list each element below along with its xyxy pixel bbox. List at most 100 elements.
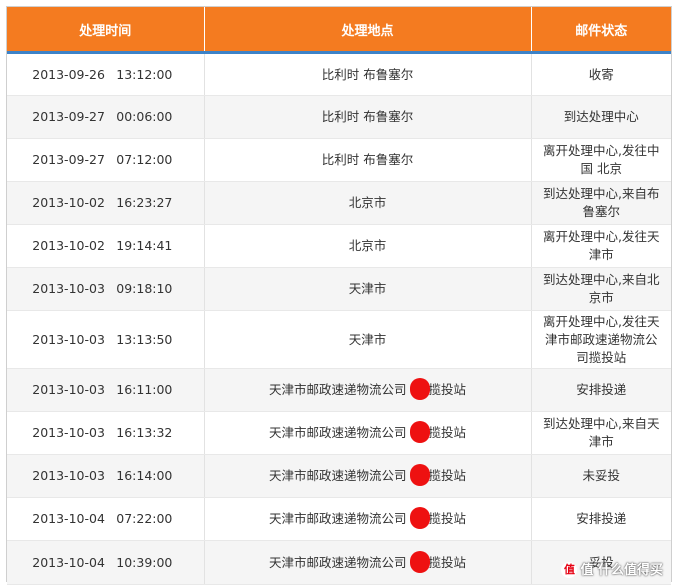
location-cell: 天津市邮政速递物流公司 揽投站	[204, 497, 532, 541]
time-cell: 2013-10-03 16:14:00	[7, 454, 205, 498]
date-text: 2013-09-26	[32, 66, 105, 82]
date-text: 2013-10-04	[32, 511, 105, 526]
header-location: 处理地点	[204, 7, 532, 54]
date-text: 2013-10-03	[32, 382, 105, 397]
status-text: 到达处理中心,来自北京市	[543, 272, 660, 305]
location-cell: 北京市	[204, 224, 532, 268]
status-cell: 离开处理中心,发往天津市	[531, 224, 671, 268]
location-cell: 比利时 布鲁塞尔	[204, 95, 532, 139]
table-row: 2013-10-02 19:14:41 北京市 离开处理中心,发往天津市	[7, 224, 671, 268]
location-redacted: 天津市邮政速递物流公司 揽投站	[268, 550, 467, 573]
table-row: 2013-10-03 09:18:10 天津市 到达处理中心,来自北京市	[7, 267, 671, 311]
time-cell: 2013-10-04 10:39:00	[7, 540, 205, 585]
location-part-b: 揽投站	[428, 382, 467, 397]
clock-text: 13:13:50	[116, 331, 173, 347]
table-row: 2013-10-03 13:13:50 天津市 离开处理中心,发往天津市邮政速递物流公…	[7, 310, 671, 369]
clock-text: 07:12:00	[116, 152, 173, 167]
location-part-a: 天津市邮政速递物流公司	[268, 511, 407, 526]
location-cell: 天津市邮政速递物流公司 揽投站	[204, 411, 532, 455]
status-cell: 安排投递	[531, 368, 671, 412]
location-text: 天津市	[348, 281, 387, 296]
tracking-table-frame: 处理时间 处理地点 邮件状态 2013-09-26 13:12:00 比利时 布鲁塞…	[6, 6, 672, 585]
location-cell: 天津市邮政速递物流公司 揽投站	[204, 454, 532, 498]
table-row: 2013-10-04 07:22:00 天津市邮政速递物流公司 揽投站 安排投递	[7, 497, 671, 541]
time-cell: 2013-09-26 13:12:00	[7, 52, 205, 96]
location-part-b: 揽投站	[428, 554, 467, 570]
status-cell: 离开处理中心,发往中国 北京	[531, 138, 671, 182]
time-cell: 2013-09-27 07:12:00	[7, 138, 205, 182]
status-cell: 到达处理中心,来自北京市	[531, 267, 671, 311]
redaction-mark	[409, 378, 430, 400]
location-cell: 天津市邮政速递物流公司 揽投站	[204, 540, 532, 585]
location-part-b: 揽投站	[428, 511, 467, 526]
table-header-row: 处理时间 处理地点 邮件状态	[7, 7, 671, 54]
location-part-a: 天津市邮政速递物流公司	[268, 554, 407, 570]
date-text: 2013-10-03	[32, 281, 105, 296]
clock-text: 16:11:00	[116, 382, 173, 397]
table-row: 2013-10-03 16:11:00 天津市邮政速递物流公司 揽投站 安排投递	[7, 368, 671, 412]
status-cell: 未妥投	[531, 454, 671, 498]
time-cell: 2013-10-04 07:22:00	[7, 497, 205, 541]
clock-text: 19:14:41	[116, 238, 173, 253]
time-cell: 2013-10-02 19:14:41	[7, 224, 205, 268]
date-text: 2013-10-02	[32, 238, 105, 253]
location-cell: 比利时 布鲁塞尔	[204, 138, 532, 182]
location-part-a: 天津市邮政速递物流公司	[268, 468, 407, 483]
time-cell: 2013-10-03 16:11:00	[7, 368, 205, 412]
time-cell: 2013-10-02 16:23:27	[7, 181, 205, 225]
date-text: 2013-10-03	[32, 331, 105, 347]
header-time: 处理时间	[7, 7, 205, 54]
tracking-table: 处理时间 处理地点 邮件状态 2013-09-26 13:12:00 比利时 布鲁塞…	[7, 7, 671, 585]
date-text: 2013-09-27	[32, 152, 105, 167]
clock-text: 10:39:00	[116, 554, 173, 570]
time-cell: 2013-10-03 13:13:50	[7, 310, 205, 369]
status-text: 离开处理中心,发往中国 北京	[543, 143, 660, 176]
table-row: 2013-10-02 16:23:27 北京市 到达处理中心,来自布鲁塞尔	[7, 181, 671, 225]
status-text: 到达处理中心,来自布鲁塞尔	[543, 186, 660, 219]
status-text: 到达处理中心,来自天津市	[543, 416, 660, 449]
location-cell: 比利时 布鲁塞尔	[204, 52, 532, 96]
table-row: 2013-09-26 13:12:00 比利时 布鲁塞尔 收寄	[7, 52, 671, 96]
status-cell: 到达处理中心	[531, 95, 671, 139]
clock-text: 07:22:00	[116, 511, 173, 526]
location-cell: 天津市	[204, 310, 532, 369]
header-status: 邮件状态	[531, 7, 671, 54]
clock-text: 00:06:00	[116, 109, 173, 124]
location-text: 北京市	[348, 195, 387, 210]
location-cell: 北京市	[204, 181, 532, 225]
location-text: 比利时 布鲁塞尔	[321, 152, 414, 167]
location-part-b: 揽投站	[428, 425, 467, 440]
table-row: 2013-10-03 16:14:00 天津市邮政速递物流公司 揽投站 未妥投	[7, 454, 671, 498]
location-redacted: 天津市邮政速递物流公司 揽投站	[268, 378, 467, 400]
time-cell: 2013-10-03 16:13:32	[7, 411, 205, 455]
date-text: 2013-10-04	[32, 554, 105, 570]
status-text: 未妥投	[582, 468, 620, 483]
clock-text: 13:12:00	[116, 66, 173, 82]
clock-text: 16:14:00	[116, 468, 173, 483]
table-row: 2013-10-03 16:13:32 天津市邮政速递物流公司 揽投站 到达处理中心,来…	[7, 411, 671, 455]
table-row: 2013-09-27 07:12:00 比利时 布鲁塞尔 离开处理中心,发往中国 北京	[7, 138, 671, 182]
watermark-logo: 值值 什么值得买	[561, 559, 663, 578]
redaction-mark	[409, 550, 430, 573]
watermark-text: 值 什么值得买	[580, 562, 663, 578]
status-text: 离开处理中心,发往天津市	[543, 229, 660, 262]
clock-text: 09:18:10	[116, 281, 173, 296]
date-text: 2013-10-03	[32, 468, 105, 483]
location-cell: 天津市邮政速递物流公司 揽投站	[204, 368, 532, 412]
status-cell: 离开处理中心,发往天津市邮政速递物流公司揽投站	[531, 310, 671, 369]
location-part-a: 天津市邮政速递物流公司	[268, 382, 407, 397]
clock-text: 16:13:32	[116, 425, 173, 440]
location-text: 北京市	[348, 238, 387, 253]
watermark-badge-icon: 值	[561, 562, 578, 578]
status-text: 到达处理中心	[563, 109, 639, 124]
location-redacted: 天津市邮政速递物流公司 揽投站	[269, 421, 467, 443]
status-text: 离开处理中心,发往天津市邮政速递物流公司揽投站	[543, 313, 660, 365]
time-cell: 2013-10-03 09:18:10	[7, 267, 205, 311]
date-text: 2013-09-27	[32, 109, 105, 124]
status-text: 安排投递	[576, 511, 627, 526]
location-text: 比利时 布鲁塞尔	[321, 66, 414, 82]
status-cell: 安排投递	[531, 497, 671, 541]
status-cell: 到达处理中心,来自布鲁塞尔	[531, 181, 671, 225]
location-redacted: 天津市邮政速递物流公司 揽投站	[268, 464, 466, 486]
location-text: 天津市	[348, 331, 387, 347]
